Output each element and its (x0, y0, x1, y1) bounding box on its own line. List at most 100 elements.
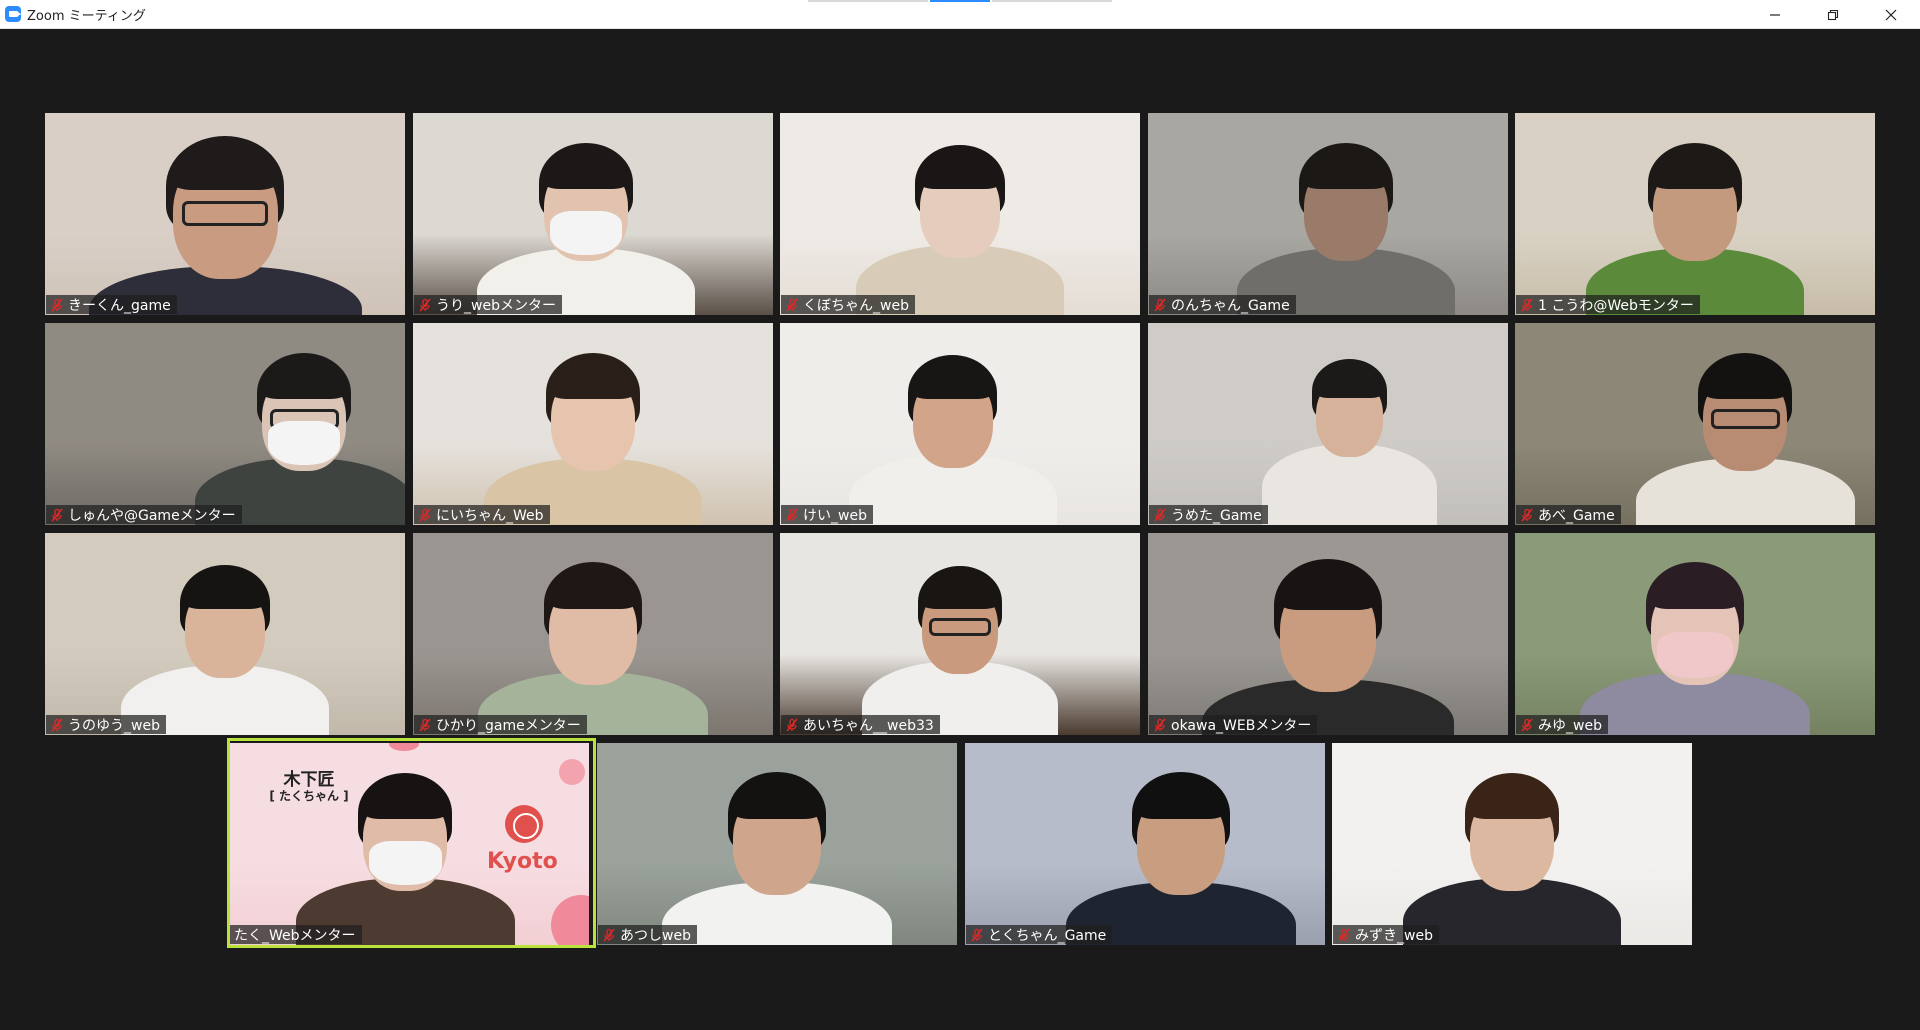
video-tile[interactable]: あべ_Game (1515, 323, 1875, 525)
mic-muted-icon (1154, 298, 1166, 311)
mic-muted-icon (786, 298, 798, 311)
participant-fringe (921, 578, 999, 609)
video-tile[interactable]: okawa_WEBメンター (1148, 533, 1508, 735)
participant-name-tag: きーくん_game (46, 295, 177, 314)
glasses-icon (1710, 409, 1780, 429)
participant-name-tag: くぼちゃん_web (781, 295, 915, 314)
video-tile[interactable]: のんちゃん_Game (1148, 113, 1508, 315)
participant-name: うり_webメンター (436, 297, 556, 314)
participant-name: しゅんや@Gameメンター (68, 507, 236, 524)
participant-name: okawa_WEBメンター (1171, 717, 1312, 734)
participant-fringe (919, 156, 1001, 189)
participant-fringe (732, 783, 822, 820)
video-tile[interactable]: しゅんや@Gameメンター (45, 323, 405, 525)
participant-fringe (1303, 155, 1389, 189)
mic-muted-icon (419, 718, 431, 731)
video-tile[interactable]: あつしweb (597, 743, 957, 945)
participant-name: ひかり_gameメンター (436, 717, 581, 734)
participant-fringe (1278, 570, 1378, 610)
face-mask (268, 421, 341, 465)
participant-name: あつしweb (620, 927, 691, 944)
participant-name: あべ_Game (1538, 507, 1615, 524)
participant-name-tag: とくちゃん_Game (966, 925, 1113, 944)
video-tile[interactable]: ひかり_gameメンター (413, 533, 773, 735)
mic-muted-icon (51, 718, 63, 731)
video-tile[interactable]: みゆ_web (1515, 533, 1875, 735)
participant-name: きーくん_game (68, 297, 171, 314)
participant-name: たく_Webメンター (234, 927, 356, 944)
participant-fringe (912, 366, 994, 399)
mic-muted-icon (1154, 718, 1166, 731)
face-mask (369, 841, 442, 885)
mic-muted-icon (1338, 928, 1350, 941)
participant-name-tag: ひかり_gameメンター (414, 715, 587, 734)
mic-muted-icon (786, 508, 798, 521)
decor-circle (559, 759, 585, 785)
participant-fringe (1136, 783, 1226, 820)
participant-name-tag: みずき_web (1333, 925, 1439, 944)
participant-fringe (1315, 371, 1384, 399)
gallery-view: きーくん_game うり_webメンター くぼちゃん_web のんちゃん_Game 1 … (0, 0, 1920, 1030)
mic-muted-icon (603, 928, 615, 941)
participant-name-tag: しゅんや@Gameメンター (46, 505, 242, 524)
video-tile[interactable]: うのゆう_web (45, 533, 405, 735)
participant-name: 1 こうわ@Webモンター (1538, 297, 1694, 314)
participant-fringe (1650, 573, 1740, 610)
participant-name-tag: 1 こうわ@Webモンター (1516, 295, 1700, 314)
video-tile[interactable]: きーくん_game (45, 113, 405, 315)
participant-name: あいちゃん__web33 (803, 717, 934, 734)
participant-name-tag: okawa_WEBメンター (1149, 715, 1318, 734)
participant-name: くぼちゃん_web (803, 297, 909, 314)
face-mask (1657, 632, 1733, 679)
overlay-nickname: [ たくちゃん ] (269, 789, 349, 803)
mic-muted-icon (419, 298, 431, 311)
video-tile[interactable]: みずき_web (1332, 743, 1692, 945)
participant-name-tag: うり_webメンター (414, 295, 562, 314)
video-tile[interactable]: とくちゃん_Game (965, 743, 1325, 945)
video-tile[interactable]: 木下匠[ たくちゃん ] Kyoto たく_Webメンター (229, 743, 589, 945)
video-tile[interactable]: くぼちゃん_web (780, 113, 1140, 315)
mic-muted-icon (51, 508, 63, 521)
participant-name: うのゆう_web (68, 717, 160, 734)
participant-name-tag: あいちゃん__web33 (781, 715, 940, 734)
video-tile[interactable]: 1 こうわ@Webモンター (1515, 113, 1875, 315)
video-tile[interactable]: あいちゃん__web33 (780, 533, 1140, 735)
participant-name: けい_web (803, 507, 867, 524)
mic-muted-icon (1154, 508, 1166, 521)
participant-fringe (362, 785, 449, 819)
video-tile[interactable]: にいちゃん_Web (413, 323, 773, 525)
participant-name-tag: けい_web (781, 505, 873, 524)
glasses-icon (181, 201, 269, 226)
participant-name: のんちゃん_Game (1171, 297, 1290, 314)
participant-name-tag: あつしweb (598, 925, 697, 944)
participant-fringe (550, 365, 636, 399)
mic-muted-icon (1521, 718, 1533, 731)
kyoto-logo-text: Kyoto (487, 849, 558, 874)
participant-fringe (261, 365, 348, 399)
mic-muted-icon (51, 298, 63, 311)
video-tile[interactable]: うめた_Game (1148, 323, 1508, 525)
mic-muted-icon (971, 928, 983, 941)
participant-name: うめた_Game (1171, 507, 1262, 524)
participant-name-tag: うめた_Game (1149, 505, 1268, 524)
participant-name-tag: みゆ_web (1516, 715, 1608, 734)
participant-name-tag: のんちゃん_Game (1149, 295, 1296, 314)
mic-muted-icon (1521, 508, 1533, 521)
video-tile[interactable]: うり_webメンター (413, 113, 773, 315)
participant-name: みゆ_web (1538, 717, 1602, 734)
video-tile[interactable]: けい_web (780, 323, 1140, 525)
participant-name-tag: あべ_Game (1516, 505, 1621, 524)
mic-muted-icon (786, 718, 798, 731)
participant-name-tag: たく_Webメンター (230, 925, 362, 944)
participant-name: とくちゃん_Game (988, 927, 1107, 944)
participant-name-tag: にいちゃん_Web (414, 505, 550, 524)
participant-fringe (542, 155, 629, 189)
participant-fringe (171, 147, 279, 190)
face-mask (549, 211, 622, 255)
participant-fringe (548, 573, 638, 610)
kyoto-logo-icon (505, 805, 543, 843)
mic-muted-icon (419, 508, 431, 521)
glasses-icon (929, 618, 991, 637)
participant-fringe (184, 576, 266, 609)
participant-fringe (1652, 155, 1738, 189)
